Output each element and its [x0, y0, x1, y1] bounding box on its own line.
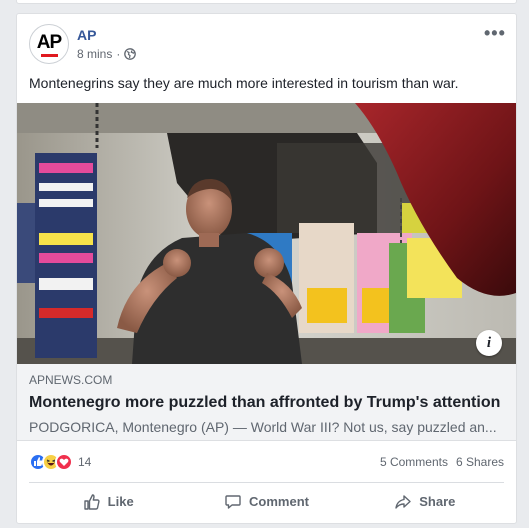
shares-count[interactable]: 6 Shares	[456, 455, 504, 469]
info-icon[interactable]: i	[476, 330, 502, 356]
meta-separator: ·	[116, 47, 121, 61]
share-label: Share	[419, 494, 456, 509]
post-actions: Like Comment Share	[29, 482, 504, 520]
post-time[interactable]: 8 mins	[77, 47, 112, 61]
thumbs-up-icon	[83, 493, 100, 510]
share-arrow-icon	[395, 494, 411, 509]
boxer-training-photo	[17, 103, 516, 364]
news-feed-post: AP AP 8 mins · ••• Montenegrins say they…	[16, 13, 517, 524]
post-header: AP AP 8 mins · •••	[29, 24, 505, 66]
post-caption: Montenegrins say they are much more inte…	[29, 75, 459, 91]
author-name[interactable]: AP	[77, 27, 96, 43]
like-label: Like	[107, 494, 134, 509]
link-title[interactable]: Montenegro more puzzled than affronted b…	[29, 393, 504, 413]
ap-logo: AP	[36, 32, 62, 53]
engagement-counts: 5 Comments 6 Shares	[380, 455, 504, 469]
comment-button[interactable]: Comment	[187, 483, 345, 520]
like-button[interactable]: Like	[29, 483, 187, 520]
link-description: PODGORICA, Montenegro (AP) — World War I…	[29, 419, 497, 435]
link-preview-details[interactable]: APNEWS.COM Montenegro more puzzled than …	[17, 364, 516, 441]
avatar[interactable]: AP	[29, 24, 69, 64]
ap-logo-underline	[41, 54, 58, 57]
comment-icon	[225, 494, 241, 509]
link-domain: APNEWS.COM	[29, 373, 113, 387]
post-meta: 8 mins ·	[77, 47, 137, 61]
link-preview-image[interactable]: i	[17, 103, 516, 364]
share-button[interactable]: Share	[346, 483, 504, 520]
previous-post-card	[16, 0, 517, 4]
post-stats: 14 5 Comments 6 Shares	[29, 451, 504, 473]
comment-label: Comment	[249, 494, 309, 509]
comments-count[interactable]: 5 Comments	[380, 455, 448, 469]
more-options-icon[interactable]: •••	[484, 24, 505, 42]
love-reaction-icon	[55, 453, 73, 471]
globe-icon[interactable]	[124, 48, 137, 60]
reaction-count: 14	[78, 455, 92, 469]
reactions-summary[interactable]: 14	[29, 453, 91, 471]
